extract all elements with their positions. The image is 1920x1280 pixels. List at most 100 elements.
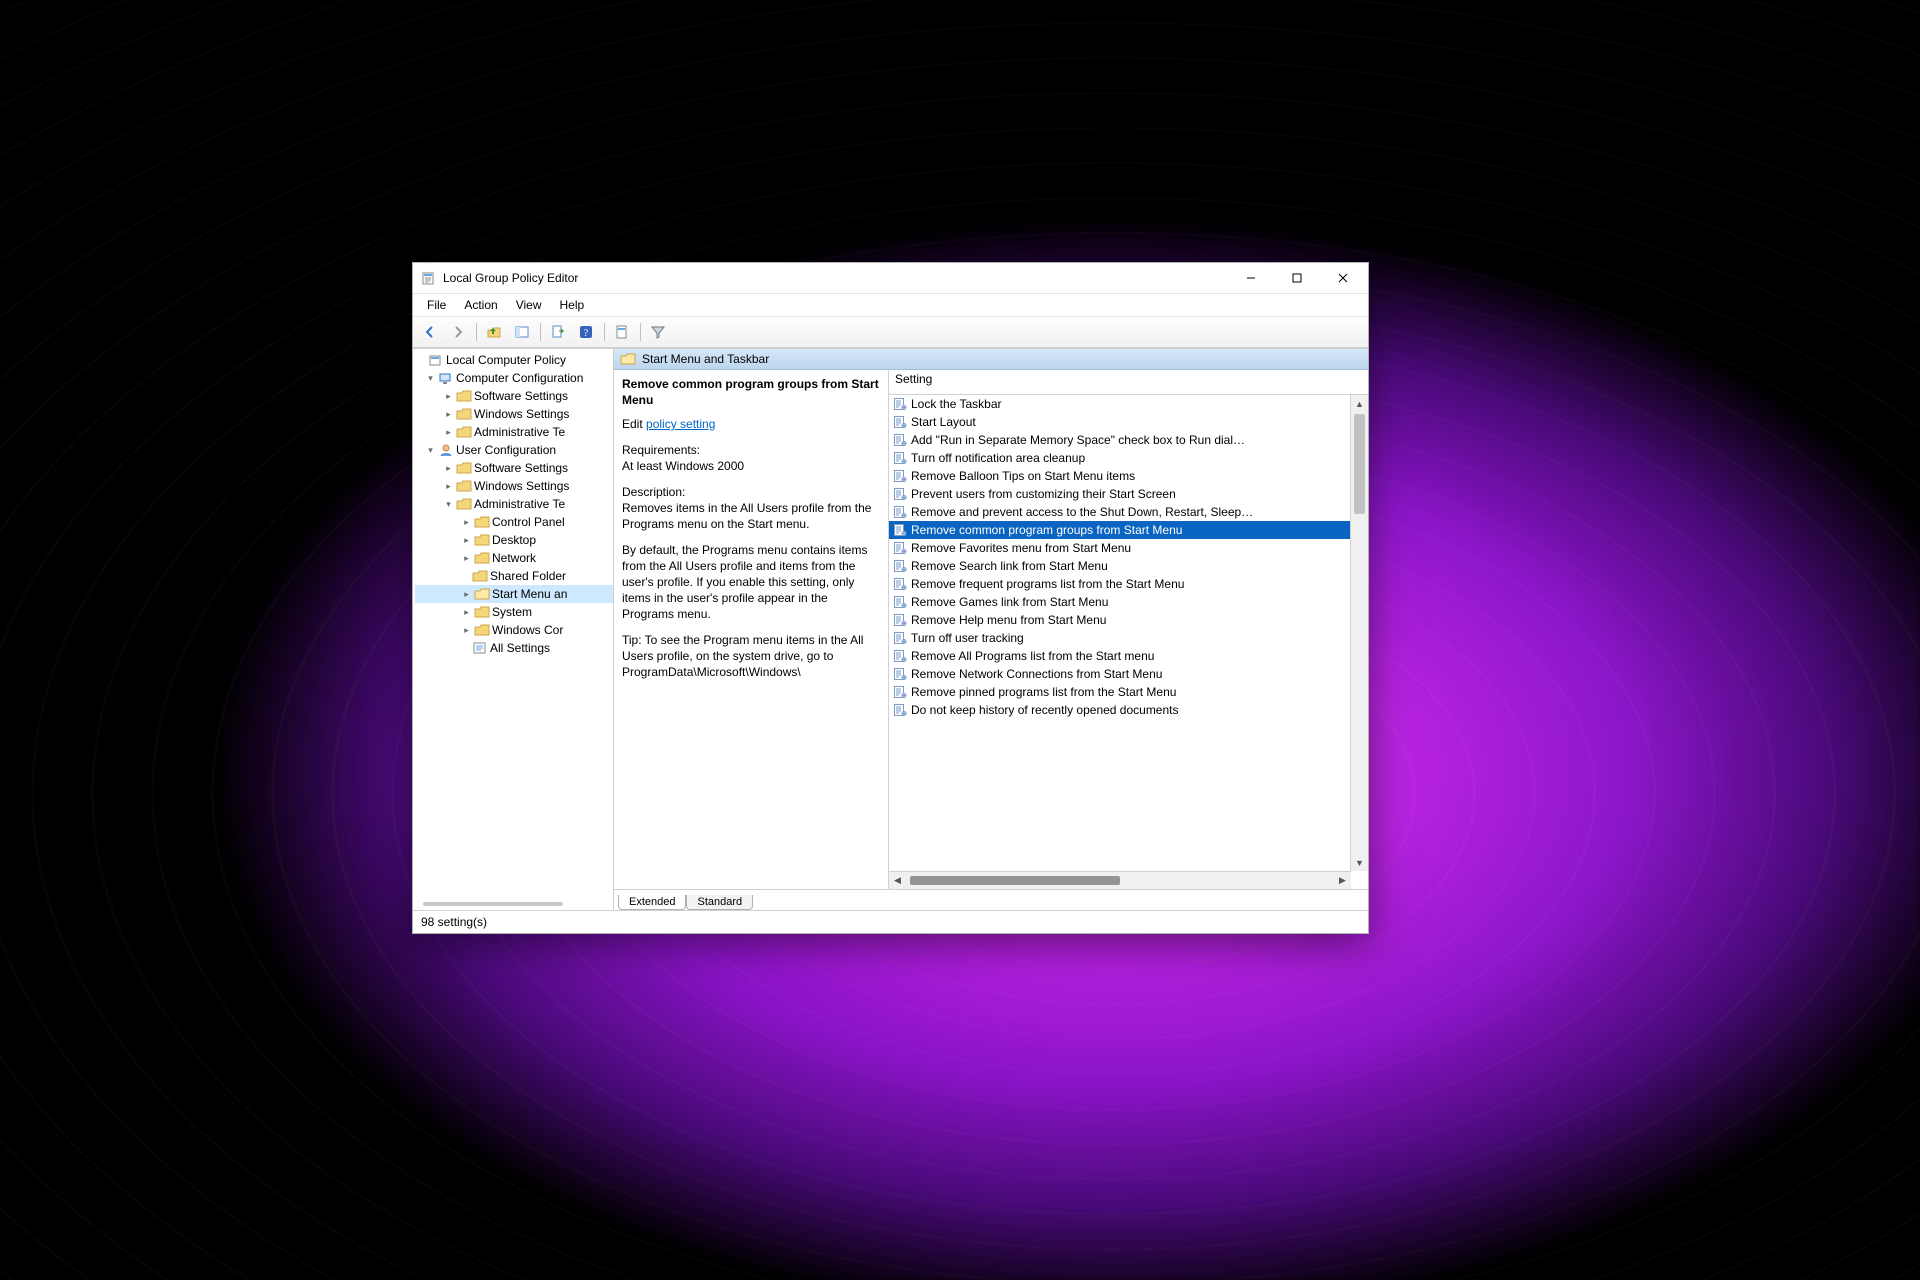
tree-item[interactable]: ▸Software Settings (415, 387, 613, 405)
edit-policy-link[interactable]: policy setting (646, 417, 715, 431)
tree-item[interactable]: ▸ Network (415, 549, 613, 567)
tab-standard[interactable]: Standard (686, 895, 753, 910)
tree-item[interactable]: ▸Windows Settings (415, 405, 613, 423)
minimize-button[interactable] (1228, 263, 1274, 293)
settings-list-item[interactable]: Remove frequent programs list from the S… (889, 575, 1368, 593)
folder-open-icon (474, 587, 490, 601)
settings-list-item[interactable]: Remove common program groups from Start … (889, 521, 1368, 539)
settings-list-item-label: Do not keep history of recently opened d… (911, 701, 1179, 719)
edit-prefix: Edit (622, 417, 646, 431)
tree-item[interactable]: ▸Control Panel (415, 513, 613, 531)
folder-icon (456, 407, 472, 421)
settings-list-item[interactable]: Lock the Taskbar (889, 395, 1368, 413)
tree-label: Administrative Te (474, 495, 565, 513)
scroll-right-icon[interactable]: ▶ (1334, 872, 1351, 889)
chevron-right-icon[interactable]: ▸ (461, 603, 472, 621)
edit-line: Edit policy setting (622, 416, 880, 432)
settings-list-item[interactable]: Remove All Programs list from the Start … (889, 647, 1368, 665)
menu-action[interactable]: Action (456, 296, 505, 314)
chevron-right-icon[interactable]: ▸ (461, 513, 472, 531)
tree-label: Local Computer Policy (446, 351, 566, 369)
user-icon (438, 443, 454, 457)
vertical-scrollbar[interactable]: ▲ ▼ (1350, 395, 1368, 871)
tree-item[interactable]: ▸Desktop (415, 531, 613, 549)
scrollbar-thumb[interactable] (910, 876, 1120, 885)
menu-file[interactable]: File (419, 296, 454, 314)
maximize-button[interactable] (1274, 263, 1320, 293)
content-header-label: Start Menu and Taskbar (642, 352, 769, 366)
status-text: 98 setting(s) (421, 915, 487, 929)
settings-list-item[interactable]: Turn off notification area cleanup (889, 449, 1368, 467)
settings-list-item[interactable]: Remove Balloon Tips on Start Menu items (889, 467, 1368, 485)
properties-icon[interactable] (609, 320, 635, 344)
help-icon[interactable]: ? (573, 320, 599, 344)
forward-icon[interactable] (445, 320, 471, 344)
scroll-up-icon[interactable]: ▲ (1351, 395, 1368, 412)
settings-list-item[interactable]: Remove Help menu from Start Menu (889, 611, 1368, 629)
settings-list-item[interactable]: Remove Favorites menu from Start Menu (889, 539, 1368, 557)
horizontal-scrollbar[interactable]: ◀ ▶ (889, 871, 1351, 889)
tab-extended[interactable]: Extended (618, 895, 686, 910)
chevron-right-icon[interactable]: ▸ (443, 423, 454, 441)
settings-list-item[interactable]: Add "Run in Separate Memory Space" check… (889, 431, 1368, 449)
settings-list[interactable]: Lock the TaskbarStart LayoutAdd "Run in … (889, 395, 1368, 719)
menu-view[interactable]: View (508, 296, 550, 314)
horizontal-scrollbar[interactable] (423, 902, 563, 906)
tree-item[interactable]: Shared Folder (415, 567, 613, 585)
close-button[interactable] (1320, 263, 1366, 293)
chevron-right-icon[interactable]: ▸ (443, 405, 454, 423)
settings-list-item-label: Remove Balloon Tips on Start Menu items (911, 467, 1135, 485)
menubar: File Action View Help (413, 294, 1368, 317)
filter-icon[interactable] (645, 320, 671, 344)
settings-list-item[interactable]: Remove Search link from Start Menu (889, 557, 1368, 575)
settings-list-item[interactable]: Remove pinned programs list from the Sta… (889, 683, 1368, 701)
export-list-icon[interactable] (545, 320, 571, 344)
show-hide-tree-icon[interactable] (509, 320, 535, 344)
policy-setting-icon (893, 703, 907, 717)
chevron-right-icon[interactable]: ▸ (461, 585, 472, 603)
settings-list-item[interactable]: Remove Network Connections from Start Me… (889, 665, 1368, 683)
chevron-down-icon[interactable]: ▾ (443, 495, 454, 513)
scrollbar-thumb[interactable] (1354, 414, 1365, 514)
tree-item-start-menu-taskbar[interactable]: ▸Start Menu an (415, 585, 613, 603)
gpedit-window: Local Group Policy Editor File Action Vi… (412, 262, 1369, 934)
chevron-down-icon[interactable]: ▾ (425, 441, 436, 459)
chevron-right-icon[interactable]: ▸ (461, 621, 472, 639)
settings-list-item[interactable]: Turn off user tracking (889, 629, 1368, 647)
up-folder-icon[interactable] (481, 320, 507, 344)
scroll-left-icon[interactable]: ◀ (889, 872, 906, 889)
tree-label: System (492, 603, 532, 621)
policy-setting-icon (893, 487, 907, 501)
tree-item-all-settings[interactable]: All Settings (415, 639, 613, 657)
chevron-right-icon[interactable]: ▸ (461, 549, 472, 567)
settings-list-item[interactable]: Remove and prevent access to the Shut Do… (889, 503, 1368, 521)
settings-list-item[interactable]: Do not keep history of recently opened d… (889, 701, 1368, 719)
settings-list-item[interactable]: Prevent users from customizing their Sta… (889, 485, 1368, 503)
column-header-setting[interactable]: Setting (889, 370, 1368, 395)
chevron-right-icon[interactable]: ▸ (461, 531, 472, 549)
titlebar[interactable]: Local Group Policy Editor (413, 263, 1368, 294)
toolbar-separator (473, 321, 479, 343)
tree-item-admin-templates[interactable]: ▾ Administrative Te (415, 495, 613, 513)
tree-root[interactable]: Local Computer Policy (415, 351, 613, 369)
chevron-right-icon[interactable]: ▸ (443, 387, 454, 405)
back-icon[interactable] (417, 320, 443, 344)
chevron-right-icon[interactable]: ▸ (443, 459, 454, 477)
tree-label: Network (492, 549, 536, 567)
tree-item[interactable]: ▸Administrative Te (415, 423, 613, 441)
tree-item-computer-config[interactable]: ▾ Computer Configuration (415, 369, 613, 387)
policy-setting-icon (893, 505, 907, 519)
settings-list-item[interactable]: Remove Games link from Start Menu (889, 593, 1368, 611)
tree[interactable]: Local Computer Policy ▾ Computer Configu… (413, 349, 613, 677)
tree-item[interactable]: ▸Windows Settings (415, 477, 613, 495)
menu-help[interactable]: Help (552, 296, 593, 314)
settings-list-item[interactable]: Start Layout (889, 413, 1368, 431)
tree-item[interactable]: ▸Windows Cor (415, 621, 613, 639)
tree-item[interactable]: ▸ System (415, 603, 613, 621)
tree-item-user-config[interactable]: ▾ User Configuration (415, 441, 613, 459)
tree-item[interactable]: ▸Software Settings (415, 459, 613, 477)
settings-list-icon (472, 641, 488, 655)
scroll-down-icon[interactable]: ▼ (1351, 854, 1368, 871)
chevron-down-icon[interactable]: ▾ (425, 369, 436, 387)
chevron-right-icon[interactable]: ▸ (443, 477, 454, 495)
